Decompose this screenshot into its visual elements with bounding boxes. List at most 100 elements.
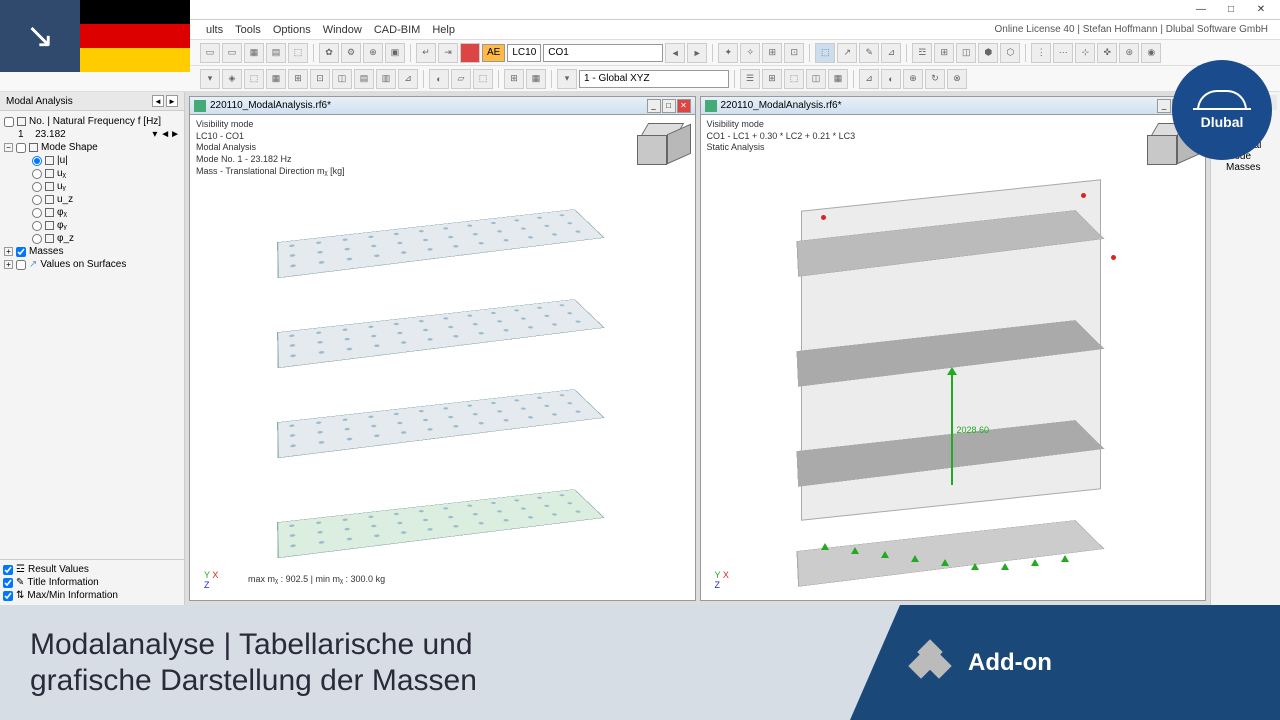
tb-icon[interactable]: ⊡ <box>784 43 804 63</box>
tb-icon[interactable]: ⋮ <box>1031 43 1051 63</box>
opt-phiz[interactable] <box>32 234 42 244</box>
tb-icon[interactable]: ⊞ <box>762 69 782 89</box>
expand-icon[interactable]: − <box>4 143 13 152</box>
rpanel-item[interactable]: Masses <box>1214 162 1277 173</box>
tb-icon[interactable]: ◐ <box>881 69 901 89</box>
maxmin-check[interactable] <box>3 591 13 601</box>
opt-uy[interactable] <box>32 182 42 192</box>
tb-icon[interactable]: ◐ <box>429 69 449 89</box>
freq-check[interactable] <box>4 117 14 127</box>
tb-icon[interactable]: ⬢ <box>978 43 998 63</box>
values-check[interactable] <box>16 260 26 270</box>
view-min-icon[interactable]: _ <box>647 99 661 113</box>
tb-icon[interactable]: ▦ <box>828 69 848 89</box>
view-canvas[interactable]: 2028.60 Y XZ <box>701 115 1206 600</box>
tb-icon[interactable]: ✜ <box>1097 43 1117 63</box>
tb-icon[interactable]: ⊗ <box>947 69 967 89</box>
tb-icon[interactable]: ✿ <box>319 43 339 63</box>
tb-icon[interactable]: ⊞ <box>504 69 524 89</box>
tb-icon[interactable]: ◫ <box>332 69 352 89</box>
opt-uz[interactable] <box>32 195 42 205</box>
tb-icon[interactable]: ⬚ <box>815 43 835 63</box>
tb-icon[interactable]: ⬚ <box>288 43 308 63</box>
close-button[interactable]: ✕ <box>1246 1 1276 19</box>
tb-icon[interactable]: ⊞ <box>762 43 782 63</box>
tb-icon[interactable]: ⊛ <box>1119 43 1139 63</box>
nav-cube[interactable] <box>633 121 687 175</box>
menu-tools[interactable]: Tools <box>229 24 267 36</box>
tb-icon[interactable]: ◫ <box>806 69 826 89</box>
maximize-button[interactable]: □ <box>1216 1 1246 19</box>
tb-icon[interactable]: ⚙ <box>341 43 361 63</box>
tb-icon[interactable]: ▾ <box>200 69 220 89</box>
tb-icon[interactable]: ✦ <box>718 43 738 63</box>
opt-u[interactable] <box>32 156 42 166</box>
tb-icon[interactable]: ☲ <box>912 43 932 63</box>
mode-shape-check[interactable] <box>16 143 26 153</box>
tb-icon[interactable]: ◉ <box>1141 43 1161 63</box>
tb-icon[interactable]: ▦ <box>526 69 546 89</box>
view-close-icon[interactable]: ✕ <box>677 99 691 113</box>
tb-icon[interactable]: ⊞ <box>288 69 308 89</box>
menu-options[interactable]: Options <box>267 24 317 36</box>
co-dropdown[interactable]: CO1 <box>543 44 663 62</box>
tb-prev-icon[interactable]: ◄ <box>665 43 685 63</box>
tb-icon[interactable]: ↻ <box>925 69 945 89</box>
tb-icon[interactable]: ▤ <box>354 69 374 89</box>
tb-icon[interactable]: ▾ <box>557 69 577 89</box>
tb-icon[interactable]: ⊕ <box>903 69 923 89</box>
tb-icon[interactable]: ▣ <box>385 43 405 63</box>
tb-icon[interactable]: ⇥ <box>438 43 458 63</box>
tb-icon[interactable]: ▦ <box>244 43 264 63</box>
tb-icon[interactable]: ⊿ <box>859 69 879 89</box>
tb-icon[interactable]: ⊕ <box>363 43 383 63</box>
tb-icon[interactable]: ✎ <box>859 43 879 63</box>
tb-icon[interactable]: ⋯ <box>1053 43 1073 63</box>
menu-window[interactable]: Window <box>317 24 368 36</box>
expand-icon[interactable]: + <box>4 247 13 256</box>
tb-icon[interactable]: ⬚ <box>784 69 804 89</box>
tb-icon[interactable]: ☰ <box>740 69 760 89</box>
tb-icon[interactable]: ▭ <box>222 43 242 63</box>
view-max-icon[interactable]: □ <box>662 99 676 113</box>
tb-icon[interactable]: ⊹ <box>1075 43 1095 63</box>
tb-icon[interactable]: ⊞ <box>934 43 954 63</box>
expand-icon[interactable]: + <box>4 260 13 269</box>
tb-stop-icon[interactable] <box>460 43 480 63</box>
tb-icon[interactable]: ◫ <box>956 43 976 63</box>
menu-help[interactable]: Help <box>426 24 461 36</box>
tb-icon[interactable]: ▱ <box>451 69 471 89</box>
tb-icon[interactable]: ⊿ <box>398 69 418 89</box>
lc-ae[interactable]: AE <box>482 44 505 62</box>
panel-next-icon[interactable]: ► <box>166 95 178 107</box>
tb-next-icon[interactable]: ► <box>687 43 707 63</box>
tb-icon[interactable]: ▥ <box>376 69 396 89</box>
tb-icon[interactable]: ◈ <box>222 69 242 89</box>
lc-dropdown[interactable]: LC10 <box>507 44 541 62</box>
tb-icon[interactable]: ▭ <box>200 43 220 63</box>
tb-icon[interactable]: ⊿ <box>881 43 901 63</box>
tb-icon[interactable]: ✧ <box>740 43 760 63</box>
load-arrow <box>951 375 953 485</box>
tb-icon[interactable]: ⊡ <box>310 69 330 89</box>
masses-check[interactable] <box>16 247 26 257</box>
title-info-check[interactable] <box>3 578 13 588</box>
opt-ux[interactable] <box>32 169 42 179</box>
tb-icon[interactable]: ⬡ <box>1000 43 1020 63</box>
opt-phiy[interactable] <box>32 221 42 231</box>
result-values-check[interactable] <box>3 565 13 575</box>
tb-icon[interactable]: ⬚ <box>244 69 264 89</box>
menu-results[interactable]: ults <box>200 24 229 36</box>
tb-icon[interactable]: ▤ <box>266 43 286 63</box>
opt-phix[interactable] <box>32 208 42 218</box>
tb-icon[interactable]: ↵ <box>416 43 436 63</box>
panel-prev-icon[interactable]: ◄ <box>152 95 164 107</box>
tb-icon[interactable]: ⬚ <box>473 69 493 89</box>
minimize-button[interactable]: — <box>1186 1 1216 19</box>
coord-system-dropdown[interactable]: 1 - Global XYZ <box>579 70 729 88</box>
menu-cadbim[interactable]: CAD-BIM <box>368 24 426 36</box>
view-min-icon[interactable]: _ <box>1157 99 1171 113</box>
tb-icon[interactable]: ↗ <box>837 43 857 63</box>
view-canvas[interactable]: Y XZ max mᵪ : 902.5 | min mᵪ : 300.0 kg <box>190 115 695 600</box>
tb-icon[interactable]: ▦ <box>266 69 286 89</box>
